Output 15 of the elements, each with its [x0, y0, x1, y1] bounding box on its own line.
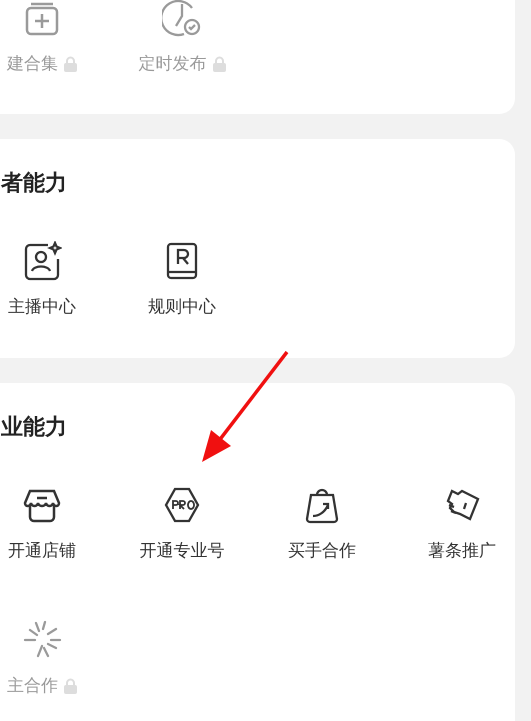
sparkle-burst-icon	[22, 620, 62, 660]
clock-check-icon	[162, 0, 202, 38]
lock-icon	[64, 678, 77, 694]
feature-label[interactable]: 买手合作	[288, 539, 356, 562]
feature-label[interactable]: 薯条推广	[428, 539, 496, 562]
feature-label[interactable]: 规则中心	[148, 295, 216, 318]
section-title: 业能力	[1, 417, 68, 439]
feature-label[interactable]: 主播中心	[8, 295, 76, 318]
lock-icon	[212, 56, 226, 72]
feature-label[interactable]: 开通专业号	[140, 539, 224, 562]
lock-icon	[64, 56, 77, 72]
person-card-icon	[22, 241, 62, 281]
section-title: 者能力	[1, 173, 68, 195]
feature-label[interactable]: 开通店铺	[8, 539, 76, 562]
pro-hexagon-icon	[162, 485, 202, 525]
